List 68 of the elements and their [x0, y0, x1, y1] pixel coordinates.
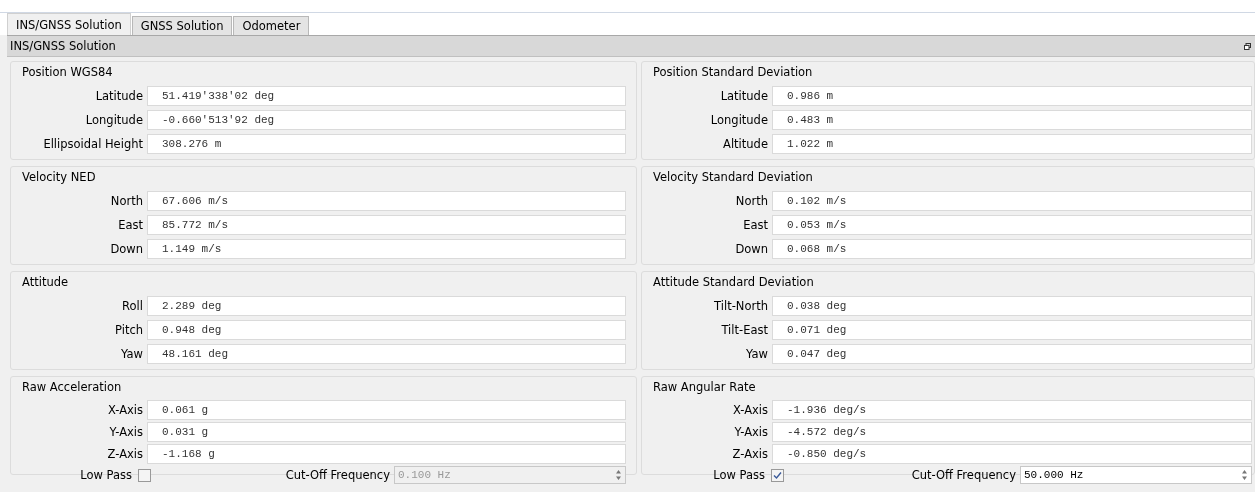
- value-field[interactable]: 0.102 m/s: [772, 191, 1252, 211]
- value-field[interactable]: 51.419'338'02 deg: [147, 86, 626, 106]
- value-field[interactable]: 0.986 m: [772, 86, 1252, 106]
- field-label: Y-Axis: [108, 425, 144, 439]
- value-field[interactable]: 308.276 m: [147, 134, 626, 154]
- value-field[interactable]: 2.289 deg: [147, 296, 626, 316]
- value-field[interactable]: -0.850 deg/s: [772, 444, 1252, 464]
- value-field[interactable]: 1.149 m/s: [147, 239, 626, 259]
- value-field[interactable]: 48.161 deg: [147, 344, 626, 364]
- value-field[interactable]: 67.606 m/s: [147, 191, 626, 211]
- value-field[interactable]: 0.071 deg: [772, 320, 1252, 340]
- field-label: Longitude: [84, 113, 144, 127]
- field-label: Latitude: [94, 89, 144, 103]
- cutoff-label: Cut-Off Frequency: [285, 468, 391, 482]
- field-label: X-Axis: [106, 403, 144, 417]
- field-label: East: [742, 218, 769, 232]
- field-label: Y-Axis: [733, 425, 769, 439]
- value-field[interactable]: 0.483 m: [772, 110, 1252, 130]
- group-title: Attitude Standard Deviation: [652, 275, 814, 289]
- field-label: Yaw: [120, 347, 144, 361]
- value-field[interactable]: -4.572 deg/s: [772, 422, 1252, 442]
- value-field[interactable]: 0.053 m/s: [772, 215, 1252, 235]
- value-field[interactable]: -0.660'513'92 deg: [147, 110, 626, 130]
- field-label: Ellipsoidal Height: [42, 137, 144, 151]
- value-field[interactable]: 0.061 g: [147, 400, 626, 420]
- value-field[interactable]: -1.936 deg/s: [772, 400, 1252, 420]
- group-title: Velocity Standard Deviation: [652, 170, 813, 184]
- value-field[interactable]: 85.772 m/s: [147, 215, 626, 235]
- field-label: Tilt-North: [713, 299, 769, 313]
- field-label: Altitude: [722, 137, 769, 151]
- field-label: Latitude: [719, 89, 769, 103]
- low-pass-label: Low Pass: [80, 468, 132, 482]
- value-field[interactable]: 0.047 deg: [772, 344, 1252, 364]
- group-title: Attitude: [21, 275, 69, 289]
- value-field[interactable]: 1.022 m: [772, 134, 1252, 154]
- low-pass-label: Low Pass: [713, 468, 765, 482]
- group-title: Raw Acceleration: [21, 380, 122, 394]
- value-field[interactable]: 0.948 deg: [147, 320, 626, 340]
- field-label: Roll: [121, 299, 144, 313]
- spin-arrows-icon[interactable]: [1240, 468, 1249, 482]
- field-label: Pitch: [114, 323, 144, 337]
- low-pass-checkbox[interactable]: [771, 468, 784, 482]
- tab[interactable]: GNSS Solution: [131, 16, 233, 35]
- panel-title: INS/GNSS Solution: [10, 39, 116, 53]
- cutoff-spinbox[interactable]: 50.000 Hz: [1020, 466, 1252, 484]
- field-label: Z-Axis: [106, 447, 144, 461]
- value-field[interactable]: -1.168 g: [147, 444, 626, 464]
- tab[interactable]: Odometer: [233, 16, 310, 35]
- field-label: Tilt-East: [720, 323, 769, 337]
- field-label: North: [734, 194, 769, 208]
- value-field[interactable]: 0.038 deg: [772, 296, 1252, 316]
- field-label: Yaw: [745, 347, 769, 361]
- tab[interactable]: INS/GNSS Solution: [7, 13, 131, 35]
- field-label: Longitude: [709, 113, 769, 127]
- field-label: Down: [109, 242, 144, 256]
- field-label: Z-Axis: [731, 447, 769, 461]
- field-label: North: [109, 194, 144, 208]
- value-field[interactable]: 0.068 m/s: [772, 239, 1252, 259]
- group-title: Position WGS84: [21, 65, 113, 79]
- restore-icon[interactable]: [1244, 42, 1251, 50]
- value-field[interactable]: 0.031 g: [147, 422, 626, 442]
- group-title: Position Standard Deviation: [652, 65, 813, 79]
- cutoff-label: Cut-Off Frequency: [911, 468, 1017, 482]
- group-title: Raw Angular Rate: [652, 380, 756, 394]
- field-label: X-Axis: [731, 403, 769, 417]
- field-label: East: [117, 218, 144, 232]
- field-label: Down: [734, 242, 769, 256]
- group-title: Velocity NED: [21, 170, 96, 184]
